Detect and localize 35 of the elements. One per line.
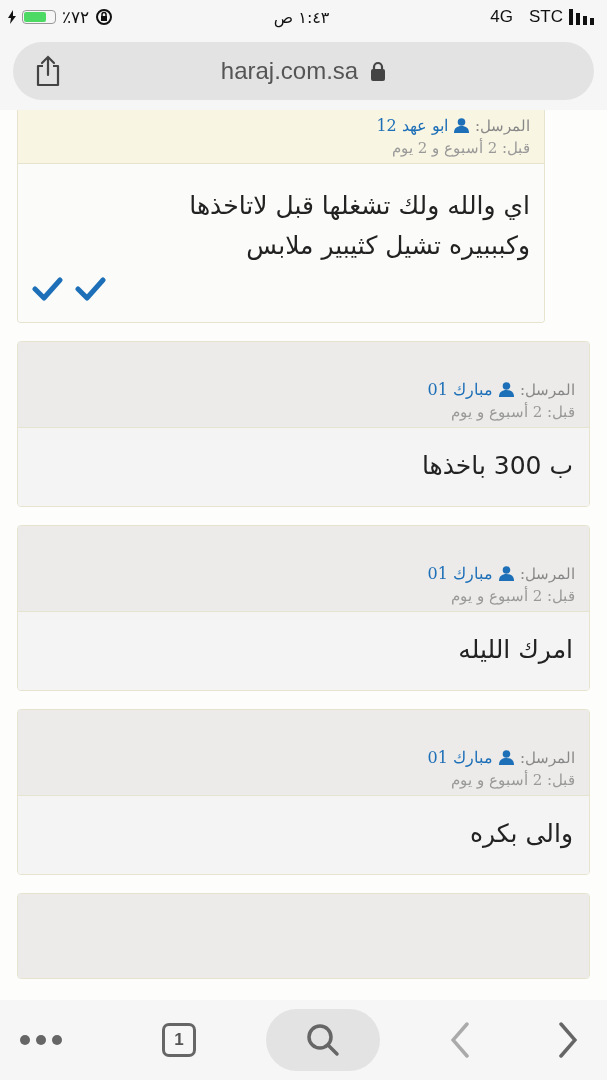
user-icon: [453, 118, 469, 133]
more-icon[interactable]: [20, 1035, 62, 1045]
sender-link[interactable]: مبارك 01: [427, 564, 493, 583]
tabs-button[interactable]: 1: [162, 1023, 196, 1057]
charging-icon: [8, 10, 16, 24]
sender-label: المرسل:: [474, 116, 530, 135]
address-bar[interactable]: haraj.com.sa: [13, 42, 594, 100]
user-icon: [498, 566, 514, 581]
sender-label: المرسل:: [519, 564, 575, 583]
rotation-lock-icon: [95, 8, 113, 26]
forward-icon[interactable]: [559, 1022, 577, 1058]
lock-icon: [370, 61, 387, 81]
sender-label: المرسل:: [519, 748, 575, 767]
network-type: 4G: [490, 7, 513, 27]
message-text: اي والله ولك تشغلها قبل لاتاخذها وكبببيره تشيل كثيبير ملابس: [188, 190, 530, 263]
sender-link[interactable]: ابو عهد 12: [376, 116, 448, 135]
share-icon[interactable]: [35, 55, 61, 87]
signal-icon: [569, 9, 595, 25]
message-text: امرك الليله: [457, 634, 573, 666]
battery-percent: ٪٧٢: [62, 6, 89, 28]
clock: ١:٤٣ ص: [273, 7, 330, 27]
message-time: قبل: 2 أسبوع و يوم: [451, 771, 575, 789]
message-time: قبل: 2 أسبوع و يوم: [451, 403, 575, 421]
sender-link[interactable]: مبارك 01: [427, 748, 493, 767]
battery-icon: [22, 10, 56, 24]
message-text: ب 300 باخذها: [420, 450, 573, 482]
message-text: والى بكره: [468, 818, 573, 851]
carrier-name: STC: [529, 7, 563, 27]
user-icon: [498, 382, 514, 397]
sender-link[interactable]: مبارك 01: [427, 380, 493, 399]
message-time: قبل: 2 أسبوع و 2 يوم: [392, 139, 530, 157]
message-time: قبل: 2 أسبوع و يوم: [451, 587, 575, 605]
url-text: haraj.com.sa: [220, 57, 359, 85]
user-icon: [498, 750, 514, 765]
sender-label: المرسل:: [519, 380, 575, 399]
